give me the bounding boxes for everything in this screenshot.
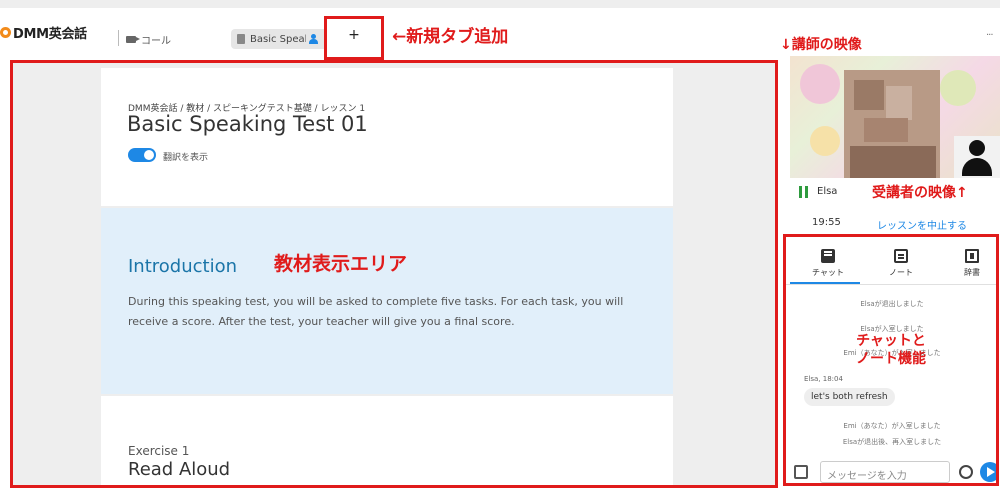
logo-mark-icon	[0, 26, 11, 38]
teacher-video	[790, 56, 1000, 178]
introduction-text: During this speaking test, you will be a…	[128, 295, 624, 328]
tab-note-label: ノート	[889, 268, 913, 277]
student-name: Elsa	[817, 186, 838, 197]
avatar-head-icon	[969, 140, 985, 156]
tab-chat[interactable]: チャット	[803, 249, 853, 278]
add-tab-button[interactable]: +	[327, 27, 381, 43]
introduction-card: Introduction During this speaking test, …	[101, 208, 673, 394]
dmm-logo: DMM英会話	[0, 24, 87, 42]
add-tab-highlight: +	[324, 16, 384, 60]
person-icon	[309, 34, 318, 44]
video-background-shape	[800, 64, 840, 104]
lesson-timer-row: 19:55 レッスンを中止する	[790, 208, 1000, 232]
annotation-new-tab: ←新規タブ追加	[392, 27, 509, 47]
tab-label: Basic Speaking Test 01	[250, 33, 306, 45]
video-background-shape	[940, 70, 976, 106]
browser-top-strip	[0, 0, 1000, 8]
pixel-block	[886, 86, 912, 120]
video-camera-icon	[126, 36, 140, 43]
exercise-card: Exercise 1 Read Aloud	[101, 396, 673, 492]
tab-dictionary[interactable]: 辞書	[947, 249, 996, 278]
call-label: コール	[141, 36, 171, 47]
tab-divider	[786, 284, 996, 285]
video-background-shape	[810, 126, 840, 156]
more-options-icon[interactable]: ···	[986, 30, 993, 41]
annotation-chat-line: チャットと	[856, 333, 926, 349]
annotation-chat-note: チャットと ノート機能	[846, 332, 936, 368]
send-icon[interactable]	[980, 462, 996, 482]
avatar-body-icon	[962, 158, 992, 176]
annotation-material-area: 教材表示エリア	[274, 253, 408, 275]
system-message: Elsaが退出しました	[860, 300, 924, 308]
lesson-timer: 19:55	[812, 217, 841, 228]
introduction-heading: Introduction	[128, 256, 238, 277]
pixel-block	[850, 146, 936, 178]
pixel-block	[854, 80, 884, 110]
tab-note[interactable]: ノート	[876, 249, 926, 278]
stop-lesson-link[interactable]: レッスンを中止する	[877, 217, 967, 232]
chat-input-row: メッセージを入力	[786, 459, 996, 483]
title-card: DMM英会話 / 教材 / スピーキングテスト基礎 / レッスン 1 Basic…	[101, 68, 673, 206]
tab-dictionary-label: 辞書	[964, 268, 980, 277]
note-attach-icon[interactable]	[794, 465, 808, 479]
translation-toggle[interactable]	[128, 148, 156, 162]
emoji-icon[interactable]	[959, 465, 973, 479]
student-self-view	[954, 136, 1000, 178]
logo-text: DMM英会話	[13, 26, 87, 42]
chat-icon	[821, 249, 835, 263]
dictionary-icon	[965, 249, 979, 263]
translation-toggle-label: 翻訳を表示	[163, 153, 209, 163]
call-button[interactable]: コール	[126, 32, 171, 47]
message-input[interactable]: メッセージを入力	[820, 461, 950, 483]
lesson-room: DMM英会話 コール Basic Speaking Test 01 ✕ + ←新…	[0, 0, 1000, 492]
pixel-block	[864, 118, 908, 142]
exercise-title: Read Aloud	[128, 459, 231, 480]
system-message: Emi（あなた）が入室しました	[843, 422, 941, 430]
document-icon	[237, 34, 245, 44]
annotation-note-line: ノート機能	[856, 351, 926, 367]
note-icon	[894, 249, 908, 263]
annotation-teacher-video: ↓講師の映像	[780, 37, 862, 53]
header-divider	[118, 30, 119, 46]
chat-message: let's both refresh	[804, 388, 895, 406]
mic-level-icon	[799, 186, 809, 198]
message-meta: Elsa, 18:04	[804, 375, 843, 383]
page-title: Basic Speaking Test 01	[127, 112, 368, 136]
tab-material[interactable]: Basic Speaking Test 01 ✕	[231, 29, 337, 49]
annotation-student-video: 受講者の映像↑	[872, 185, 968, 201]
system-message: Elsaが退出後、再入室しました	[842, 438, 942, 446]
exercise-label: Exercise 1	[128, 444, 190, 458]
tab-chat-label: チャット	[812, 268, 844, 277]
